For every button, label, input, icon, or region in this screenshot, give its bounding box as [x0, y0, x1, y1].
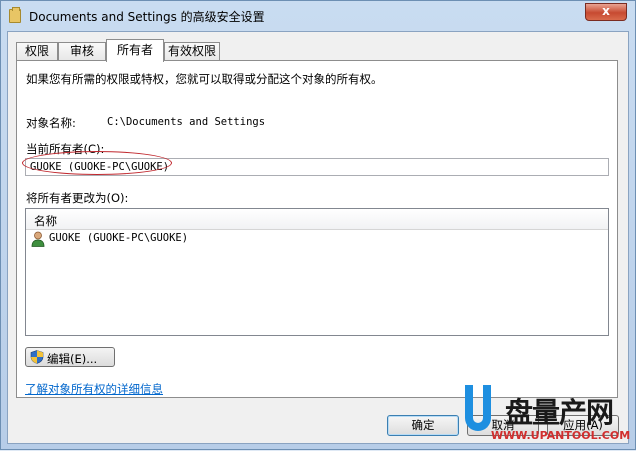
uac-shield-icon: [30, 350, 44, 364]
folder-icon: [9, 7, 21, 23]
list-item-label: GUOKE (GUOKE-PC\GUOKE): [49, 232, 189, 244]
list-item[interactable]: GUOKE (GUOKE-PC\GUOKE): [26, 230, 608, 248]
watermark-brand: 盘量产网: [505, 396, 614, 429]
owner-candidates-list[interactable]: 名称 GUOKE (GUOKE-PC\GUOKE): [25, 208, 609, 336]
site-watermark: 盘量产网 WWW.UPANTOOL.COM: [461, 385, 636, 451]
column-name-label: 名称: [34, 214, 57, 228]
watermark-u-logo: [465, 385, 491, 431]
object-name-label: 对象名称:: [26, 116, 76, 130]
window-title: Documents and Settings 的高级安全设置: [29, 10, 265, 24]
tab-effective-permissions[interactable]: 有效权限: [164, 42, 220, 61]
tab-permissions[interactable]: 权限: [16, 42, 58, 61]
close-button[interactable]: x: [585, 3, 627, 21]
object-name-value: C:\Documents and Settings: [107, 116, 266, 128]
watermark-url: WWW.UPANTOOL.COM: [491, 429, 631, 442]
tab-auditing[interactable]: 审核: [58, 42, 106, 61]
owner-description: 如果您有所需的权限或特权，您就可以取得或分配这个对象的所有权。: [26, 72, 383, 86]
ok-button[interactable]: 确定: [387, 415, 459, 436]
user-icon: [31, 231, 45, 247]
tab-owner[interactable]: 所有者: [106, 39, 164, 62]
list-column-header[interactable]: 名称: [26, 209, 608, 230]
edit-button-label: 编辑(E)...: [47, 352, 98, 366]
highlight-ellipse: [22, 151, 172, 175]
owner-tab-panel: 如果您有所需的权限或特权，您就可以取得或分配这个对象的所有权。 对象名称: C:…: [16, 60, 618, 398]
security-dialog-window: Documents and Settings 的高级安全设置 x 权限 审核 所…: [0, 0, 636, 450]
change-owner-label: 将所有者更改为(O):: [26, 191, 129, 205]
title-bar[interactable]: Documents and Settings 的高级安全设置 x: [1, 1, 635, 31]
edit-button[interactable]: 编辑(E)...: [25, 347, 115, 367]
dialog-client-area: 权限 审核 所有者 有效权限 如果您有所需的权限或特权，您就可以取得或分配这个对…: [7, 31, 629, 444]
ownership-details-link[interactable]: 了解对象所有权的详细信息: [25, 381, 163, 397]
